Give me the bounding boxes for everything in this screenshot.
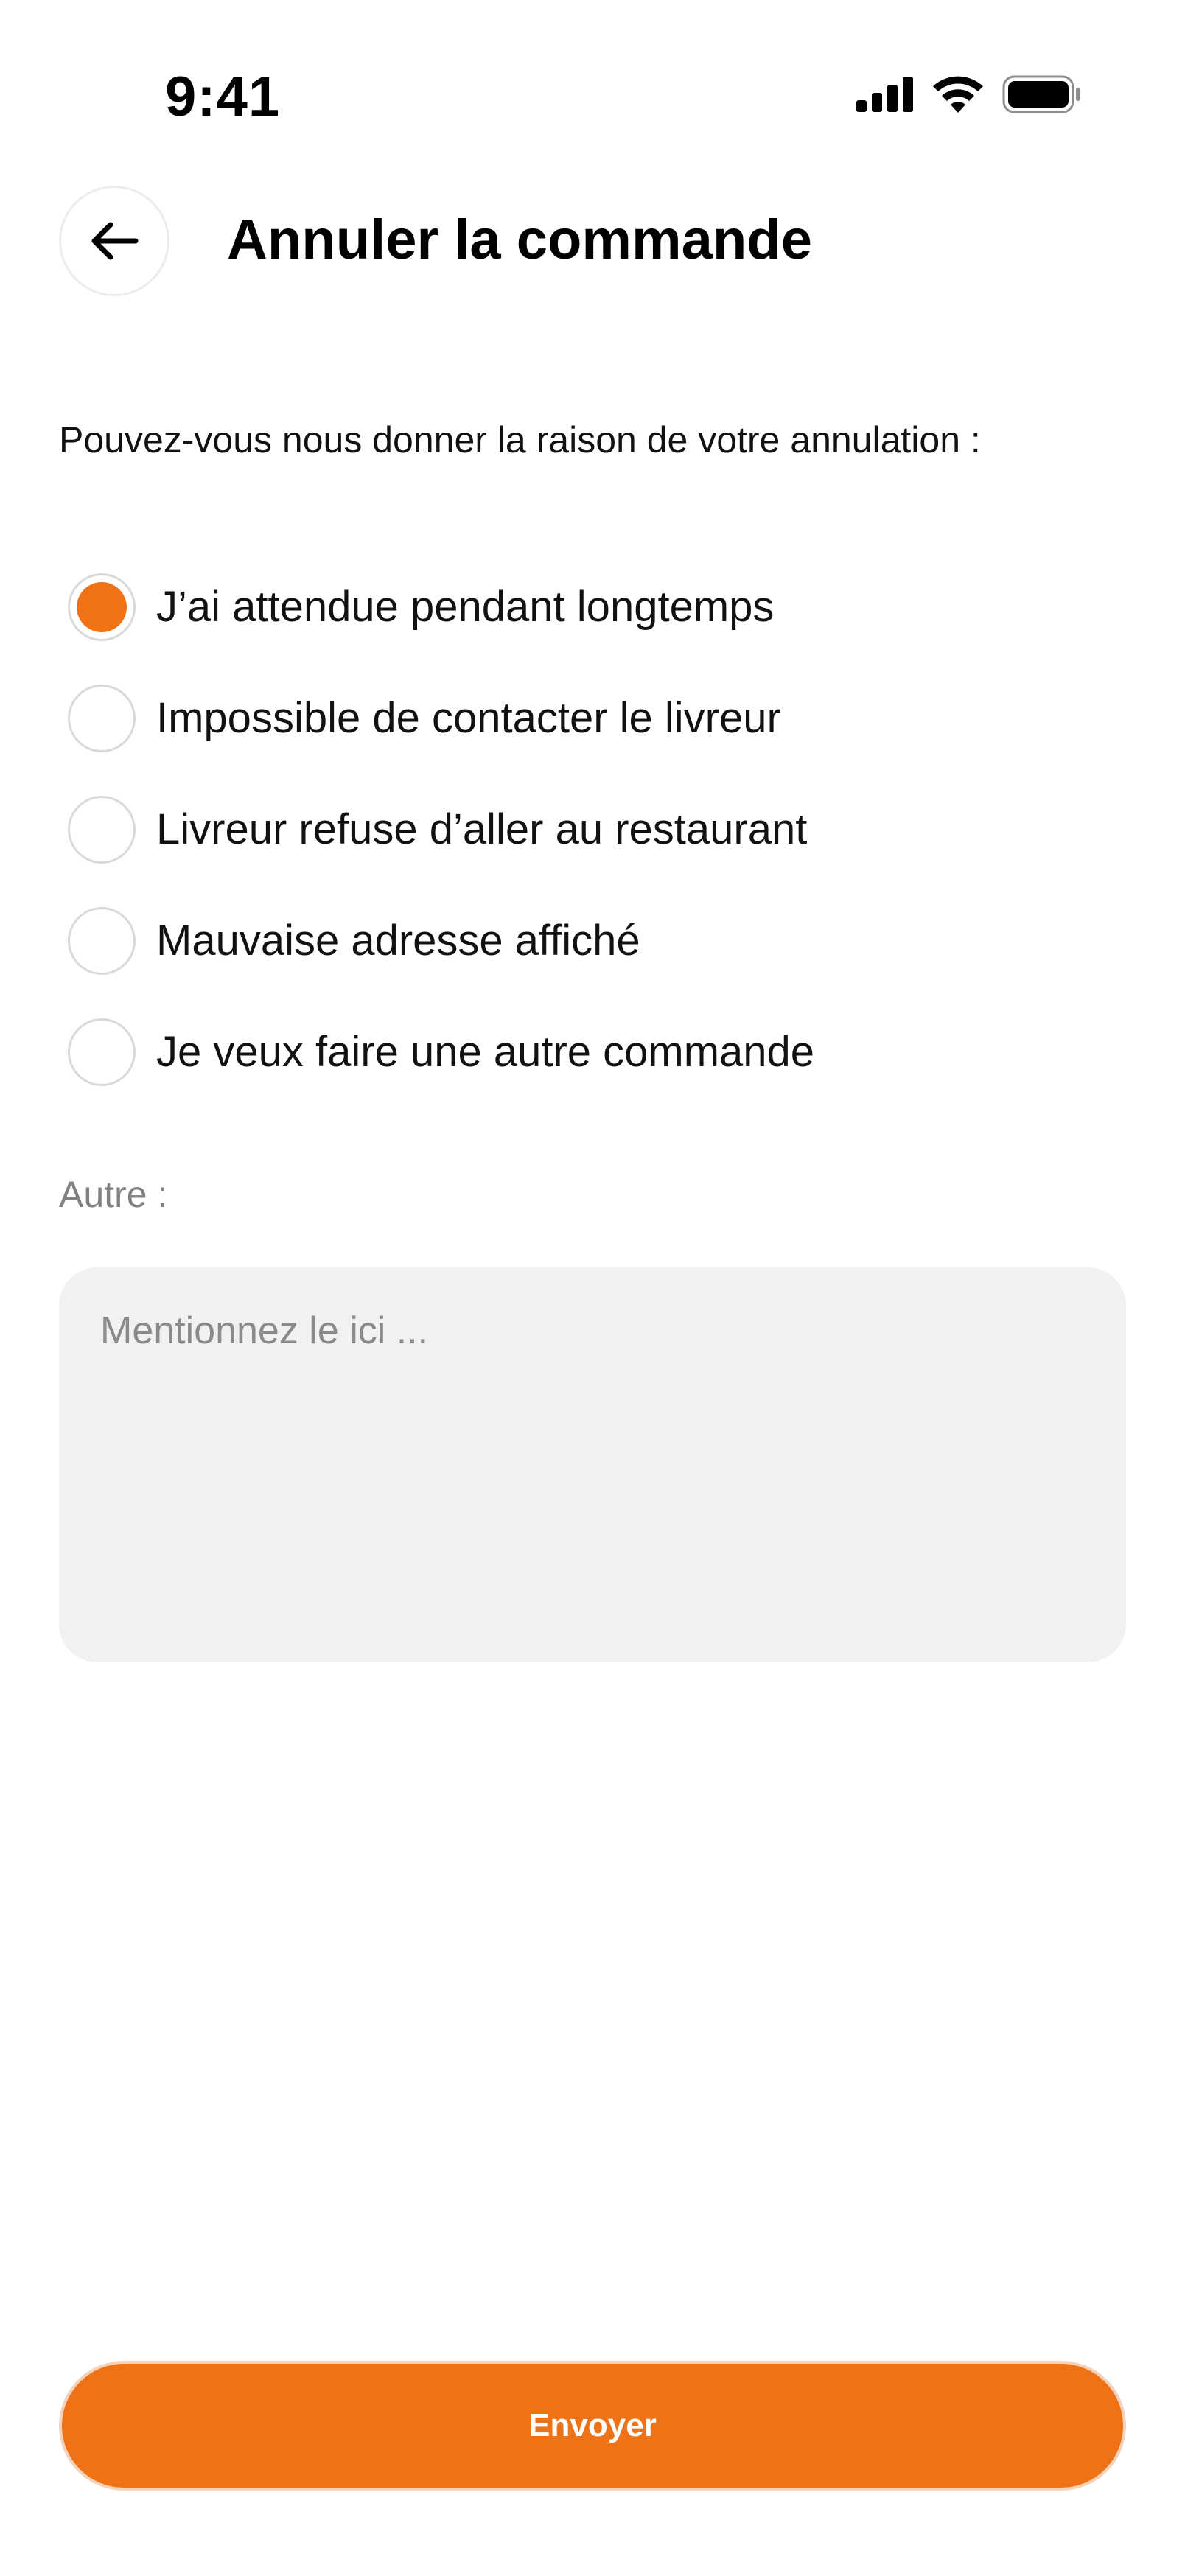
reason-label: Je veux faire une autre commande: [156, 1028, 815, 1076]
battery-icon: [1002, 75, 1080, 113]
signal-icon: [856, 77, 913, 112]
status-time: 9:41: [165, 66, 281, 128]
page-title: Annuler la commande: [227, 209, 812, 271]
reason-option-cannot-contact-courier[interactable]: Impossible de contacter le livreur: [68, 662, 1129, 774]
cancellation-question: Pouvez-vous nous donner la raison de vot…: [59, 419, 981, 461]
reason-option-waited-long[interactable]: J’ai attendue pendant longtemps: [68, 551, 1129, 662]
radio-button-selected[interactable]: [68, 573, 136, 641]
reason-label: Mauvaise adresse affiché: [156, 917, 640, 965]
header: Annuler la commande: [0, 184, 1185, 302]
other-reason-label: Autre :: [59, 1174, 168, 1215]
back-button[interactable]: [59, 186, 169, 296]
submit-button[interactable]: Envoyer: [59, 2361, 1126, 2491]
reason-option-wrong-address[interactable]: Mauvaise adresse affiché: [68, 885, 1129, 996]
reason-option-another-order[interactable]: Je veux faire une autre commande: [68, 996, 1129, 1107]
radio-button[interactable]: [68, 1018, 136, 1086]
radio-selected-dot: [77, 581, 127, 632]
reason-option-courier-refuses[interactable]: Livreur refuse d’aller au restaurant: [68, 774, 1129, 885]
other-reason-textarea[interactable]: [59, 1267, 1126, 1662]
status-bar: 9:41: [0, 0, 1185, 147]
arrow-left-icon: [91, 222, 139, 260]
wifi-icon: [933, 76, 983, 113]
reason-label: Impossible de contacter le livreur: [156, 694, 781, 742]
reason-options: J’ai attendue pendant longtemps Impossib…: [68, 551, 1129, 1107]
radio-button[interactable]: [68, 684, 136, 752]
radio-button[interactable]: [68, 795, 136, 864]
status-icons: [856, 75, 1082, 113]
radio-button[interactable]: [68, 906, 136, 975]
reason-label: Livreur refuse d’aller au restaurant: [156, 805, 808, 853]
reason-label: J’ai attendue pendant longtemps: [156, 583, 775, 631]
